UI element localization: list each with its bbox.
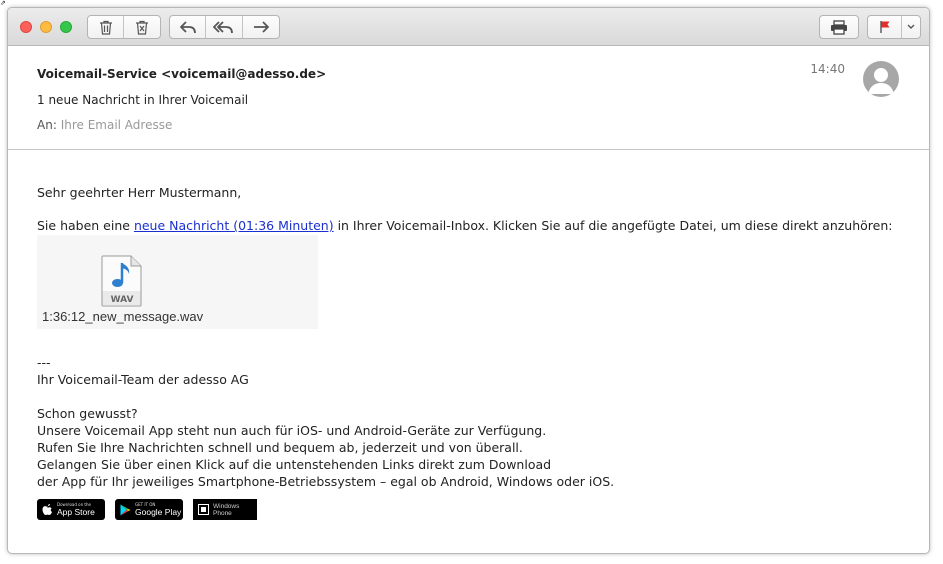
timestamp: 14:40	[810, 62, 845, 76]
app-store-badge[interactable]: Download on the App Store	[37, 499, 105, 520]
trash-icon	[99, 20, 112, 35]
reply-all-icon	[213, 21, 233, 34]
flag-menu-button[interactable]	[902, 16, 920, 38]
file-type-label: WAV	[110, 295, 134, 305]
junk-icon	[136, 20, 148, 35]
recipient-line: An: Ihre Email Adresse	[37, 118, 172, 132]
intro-text-after: in Ihrer Voicemail-Inbox. Klicken Sie au…	[333, 218, 893, 233]
greeting: Sehr geehrter Herr Mustermann,	[37, 185, 242, 200]
badge-big-text: Phone	[213, 509, 232, 517]
promo-line: Schon gewusst?	[37, 406, 138, 421]
print-button[interactable]	[820, 16, 858, 38]
minimize-window-button[interactable]	[40, 21, 52, 33]
badge-small-text: Windows	[213, 502, 240, 510]
flag-button[interactable]	[868, 16, 902, 38]
delete-button[interactable]	[88, 16, 124, 38]
print-button-group	[819, 15, 859, 39]
close-window-button[interactable]	[20, 21, 32, 33]
resize-cursor-icon: ⇗	[0, 0, 6, 7]
message-body: Sehr geehrter Herr Mustermann, Sie haben…	[8, 151, 929, 553]
promo-line: Unsere Voicemail App steht nun auch für …	[37, 423, 547, 438]
toolbar	[8, 8, 929, 46]
flag-button-group	[867, 15, 921, 39]
mail-window: Voicemail-Service <voicemail@adesso.de> …	[7, 7, 930, 554]
forward-button[interactable]	[243, 16, 279, 38]
google-play-badge[interactable]: GET IT ON Google Play	[115, 499, 183, 520]
intro-paragraph: Sie haben eine neue Nachricht (01:36 Min…	[37, 217, 893, 234]
recipient: Ihre Email Adresse	[60, 118, 173, 132]
reply-button[interactable]	[170, 16, 206, 38]
junk-button[interactable]	[124, 16, 160, 38]
maximize-window-button[interactable]	[60, 21, 72, 33]
badge-big-text: App Store	[57, 507, 95, 517]
forward-icon	[254, 21, 269, 33]
intro-text-before: Sie haben eine	[37, 218, 134, 233]
promo-line: Gelangen Sie über einen Klick auf die un…	[37, 457, 552, 472]
reply-all-button[interactable]	[206, 16, 243, 38]
person-icon	[868, 68, 894, 94]
print-icon	[831, 19, 847, 35]
message-header: Voicemail-Service <voicemail@adesso.de> …	[8, 47, 929, 150]
message-link[interactable]: neue Nachricht (01:36 Minuten)	[134, 218, 334, 233]
google-play-icon	[120, 504, 131, 515]
delete-button-group	[87, 15, 161, 39]
signature: Ihr Voicemail-Team der adesso AG	[37, 372, 249, 387]
reply-button-group	[169, 15, 280, 39]
attachment[interactable]: WAV 1:36:12_new_message.wav	[37, 235, 318, 329]
attachment-filename: 1:36:12_new_message.wav	[42, 309, 204, 324]
apple-icon	[42, 504, 52, 515]
chevron-down-icon	[907, 24, 915, 29]
reply-icon	[179, 21, 196, 34]
separator: ---	[37, 355, 51, 370]
subject: 1 neue Nachricht in Ihrer Voicemail	[37, 93, 249, 107]
badge-big-text: Google Play	[135, 507, 182, 517]
sender: Voicemail-Service <voicemail@adesso.de>	[37, 67, 327, 81]
to-label: An:	[37, 118, 57, 132]
promo-line: Rufen Sie Ihre Nachrichten schnell und b…	[37, 440, 523, 455]
flag-icon	[879, 21, 889, 33]
windows-phone-badge[interactable]: Windows Phone	[193, 499, 257, 520]
avatar	[863, 61, 899, 97]
windows-icon	[198, 504, 209, 515]
promo-line: der App für Ihr jeweiliges Smartphone-Be…	[37, 474, 615, 489]
